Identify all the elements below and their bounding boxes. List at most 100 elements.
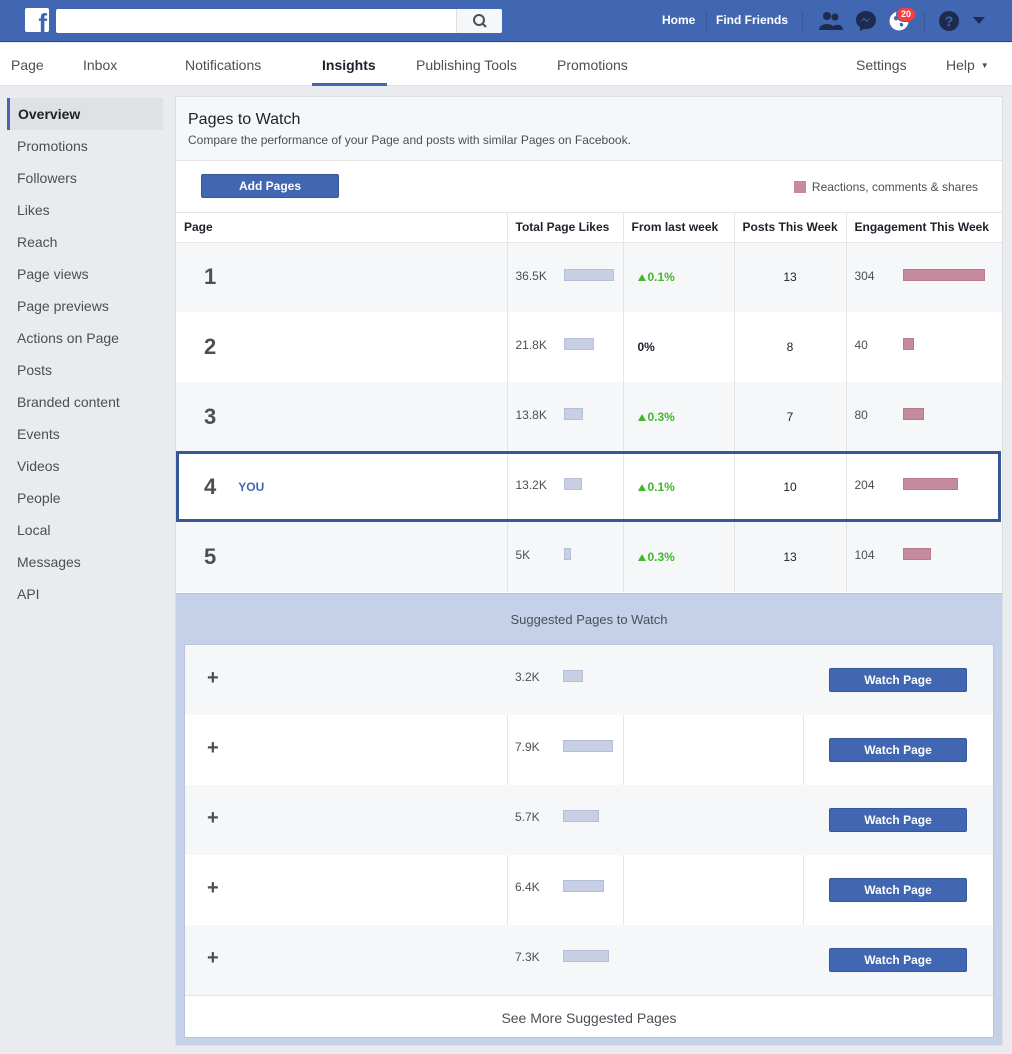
tab-help[interactable]: Help ▼ [946,57,989,73]
up-arrow-icon [637,414,646,421]
engagement-bar [902,478,958,490]
page-cell: 4 YOU [176,452,507,522]
column-header-posts-this-week[interactable]: Posts This Week [733,213,846,243]
table-row[interactable]: 4 YOU 13.2K 0.1% 10 204 [176,452,1002,522]
you-label: YOU [238,480,265,494]
likes-bar [563,408,583,420]
total-likes-value: 13.2K [515,478,547,492]
total-likes-value: 36.5K [515,268,547,283]
engagement-value: 80 [854,408,868,422]
page-cell: 1 [176,242,507,312]
account-menu-arrow-icon[interactable] [972,16,986,26]
messenger-icon[interactable] [855,10,877,32]
tab-page[interactable]: Page [11,57,44,73]
engagement-cell: 304 [845,242,1002,312]
watch-page-button[interactable]: Watch Page [829,738,967,762]
suggested-likes-bar [563,670,583,682]
sidebar-item-videos[interactable]: Videos [7,450,163,482]
sidebar-item-branded-content[interactable]: Branded content [7,386,163,418]
tab-settings[interactable]: Settings [856,57,907,73]
search-button[interactable] [456,9,502,33]
sidebar-item-overview[interactable]: Overview [7,98,163,130]
column-header-total-page-likes[interactable]: Total Page Likes [506,213,623,243]
watch-page-button[interactable]: Watch Page [829,878,967,902]
change-text: 0.3% [647,410,675,424]
insights-sidebar: Overview Promotions Followers Likes Reac… [7,98,163,610]
plus-icon[interactable]: + [207,877,219,900]
column-header-from-last-week[interactable]: From last week [622,213,734,243]
plus-icon[interactable]: + [207,807,219,830]
change-cell: 0.3% [622,382,734,452]
posts-this-week-value: 8 [733,312,846,382]
tab-promotions[interactable]: Promotions [557,57,628,73]
engagement-bar [902,548,931,560]
change-text: 0.1% [647,270,675,285]
engagement-cell: 40 [845,312,1002,382]
home-link[interactable]: Home [662,13,695,27]
suggested-pages-title: Suggested Pages to Watch [510,612,668,627]
nav-divider [802,12,803,30]
page-cell: 2 [176,312,507,382]
total-likes-cell: 13.8K [506,382,623,452]
add-pages-button[interactable]: Add Pages [201,174,339,198]
change-value: 0.1% [624,270,675,284]
see-more-suggested-pages-link[interactable]: See More Suggested Pages [185,995,993,1037]
sidebar-item-people[interactable]: People [7,482,163,514]
engagement-cell: 104 [845,522,1002,592]
plus-icon[interactable]: + [207,667,219,690]
sidebar-item-page-previews[interactable]: Page previews [7,290,163,322]
table-row[interactable]: 2 21.8K 0% 8 40 [176,312,1002,382]
sidebar-item-promotions[interactable]: Promotions [7,130,163,162]
suggested-page-row: +6.4K Watch Page [185,855,993,925]
engagement-value: 204 [854,478,875,492]
change-text: 0.1% [647,480,675,494]
sidebar-item-messages[interactable]: Messages [7,546,163,578]
sidebar-item-posts[interactable]: Posts [7,354,163,386]
posts-this-week-value: 10 [733,452,846,522]
tab-insights[interactable]: Insights [322,57,376,73]
total-likes-cell: 13.2K [506,452,623,522]
search-icon [473,14,487,28]
up-arrow-icon [637,274,646,282]
change-cell: 0.1% [622,242,734,312]
change-cell: 0.1% [622,452,734,522]
sidebar-item-likes[interactable]: Likes [7,194,163,226]
table-row[interactable]: 1 36.5K 0.1% 13 304 [176,242,1002,312]
friend-requests-icon[interactable] [818,10,844,32]
watch-page-button[interactable]: Watch Page [829,948,967,972]
sidebar-item-followers[interactable]: Followers [7,162,163,194]
tab-publishing-tools[interactable]: Publishing Tools [416,57,517,73]
help-icon[interactable]: ? [938,10,960,32]
table-row[interactable]: 3 13.8K 0.3% 7 80 [176,382,1002,452]
sidebar-item-actions-on-page[interactable]: Actions on Page [7,322,163,354]
panel-title: Pages to Watch [188,111,301,128]
sidebar-item-page-views[interactable]: Page views [7,258,163,290]
likes-bar [563,268,614,281]
table-row[interactable]: 5 5K 0.3% 13 104 [176,522,1002,592]
total-likes-value: 13.8K [515,408,547,422]
panel-subtitle: Compare the performance of your Page and… [188,133,631,147]
find-friends-link[interactable]: Find Friends [716,13,788,27]
page-rank: 2 [204,334,217,359]
column-header-engagement-this-week[interactable]: Engagement This Week [845,213,1002,243]
tab-notifications[interactable]: Notifications [185,57,261,73]
search-input[interactable] [56,9,502,33]
page-rank: 1 [204,264,217,290]
column-header-page[interactable]: Page [176,213,507,243]
engagement-cell: 204 [845,452,1002,522]
tab-inbox[interactable]: Inbox [83,57,117,73]
suggested-likes-value: 7.9K [515,740,540,754]
watch-page-button[interactable]: Watch Page [829,808,967,832]
facebook-logo-icon[interactable]: f [25,8,49,32]
sidebar-item-events[interactable]: Events [7,418,163,450]
sidebar-item-api[interactable]: API [7,578,163,610]
sidebar-item-local[interactable]: Local [7,514,163,546]
sidebar-item-reach[interactable]: Reach [7,226,163,258]
tab-help-label: Help [946,57,975,73]
watch-page-button[interactable]: Watch Page [829,668,967,692]
page-cell: 3 [176,382,507,452]
engagement-value: 40 [854,338,868,352]
panel-toolbar: Add Pages Reactions, comments & shares [176,161,1002,213]
plus-icon[interactable]: + [207,947,219,970]
plus-icon[interactable]: + [207,737,219,760]
